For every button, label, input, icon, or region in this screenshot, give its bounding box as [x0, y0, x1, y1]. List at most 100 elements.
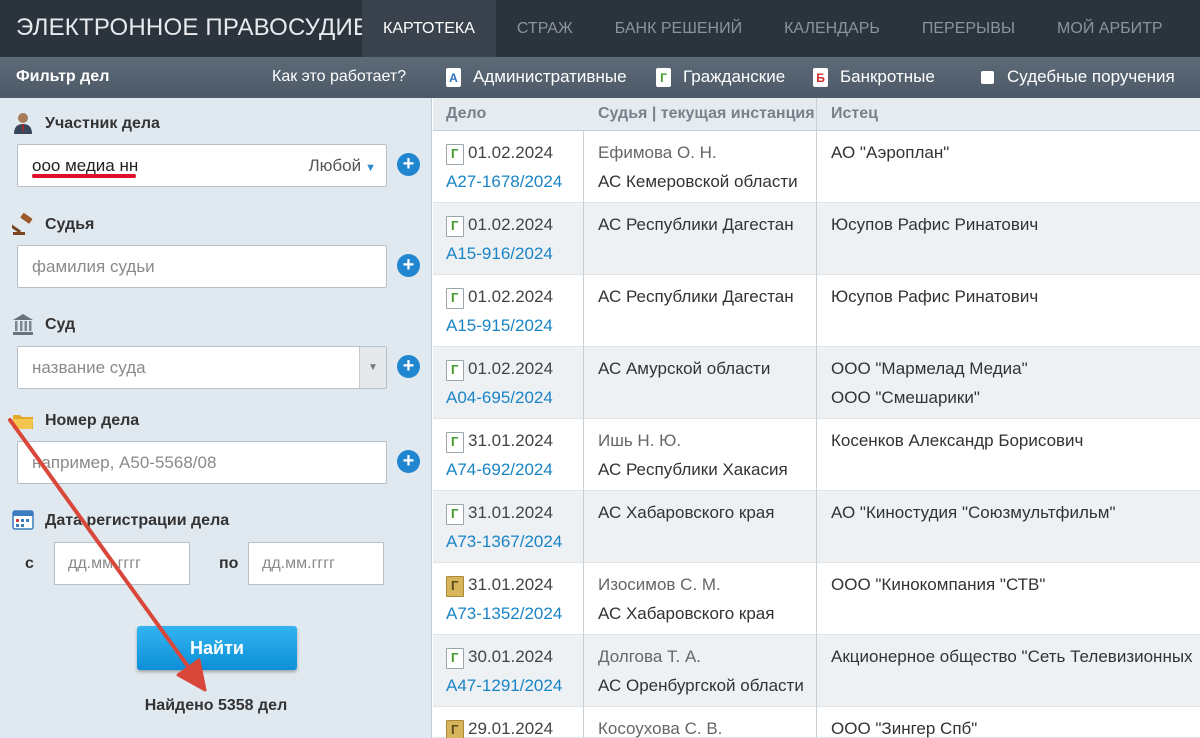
case-number-link[interactable]: А15-915/2024	[446, 316, 553, 336]
found-count: Найдено 5358 дел	[144, 697, 288, 714]
category-bankruptcy-label: Банкротные	[840, 67, 935, 86]
plaintiff-name: ООО "Смешарики"	[831, 388, 980, 407]
nav-kartoteka[interactable]: КАРТОТЕКА	[362, 0, 496, 57]
case-date: 30.01.2024	[468, 647, 554, 666]
top-navigation: ЭЛЕКТРОННОЕ ПРАВОСУДИЕ КАРТОТЕКА СТРАЖ Б…	[0, 0, 1200, 57]
category-administrative[interactable]: А Административные	[446, 67, 627, 87]
chevron-down-icon: ▼	[365, 162, 376, 174]
civil-case-icon	[446, 216, 464, 237]
participant-input[interactable]: ооо медиа нн Любой ▼	[17, 144, 387, 187]
plaintiff-name: Косенков Александр Борисович	[831, 431, 1084, 450]
category-civil[interactable]: Г Гражданские	[656, 67, 785, 87]
plaintiff-name: Юсупов Рафис Ринатович	[831, 215, 1039, 234]
nav-pereryvy[interactable]: ПЕРЕРЫВЫ	[901, 0, 1036, 57]
plaintiff-name: Юсупов Рафис Ринатович	[831, 287, 1039, 306]
reg-date-label: Дата регистрации дела	[45, 512, 230, 529]
calendar-icon	[12, 510, 34, 530]
judge-name: Косоухова С. В.	[598, 719, 723, 738]
date-to-input[interactable]: дд.мм.гггг	[248, 542, 384, 585]
plaintiff-name: АО "Аэроплан"	[831, 143, 950, 162]
court-label: Суд	[45, 316, 76, 333]
folder-icon	[13, 415, 33, 429]
judge-name: Долгова Т. А.	[598, 647, 702, 666]
civil-case-icon	[446, 144, 464, 165]
administrative-case-icon: А	[446, 67, 461, 87]
case-number-input[interactable]: например, А50-5568/08	[17, 441, 387, 484]
case-date: 29.01.2024	[468, 719, 554, 738]
case-number-link[interactable]: А27-1678/2024	[446, 172, 562, 192]
plaintiff-name: ООО "Зингер Спб"	[831, 719, 978, 738]
plaintiff-name: Акционерное общество "Сеть Телевизионных	[831, 647, 1193, 666]
date-from-input[interactable]: дд.мм.гггг	[54, 542, 190, 585]
court-orders-checkbox[interactable]	[981, 70, 994, 84]
gavel-icon	[12, 213, 33, 235]
case-date: 31.01.2024	[468, 431, 554, 450]
column-divider	[816, 98, 817, 738]
case-number-link[interactable]: А47-1291/2024	[446, 676, 562, 696]
case-number-label: Номер дела	[45, 412, 140, 429]
person-icon	[14, 113, 32, 134]
case-date: 31.01.2024	[468, 503, 554, 522]
case-number-link[interactable]: А73-1352/2024	[446, 604, 562, 624]
category-bankruptcy[interactable]: Б Банкротные	[813, 67, 935, 87]
dropdown-arrow-icon[interactable]: ▼	[359, 347, 386, 388]
site-logo[interactable]: ЭЛЕКТРОННОЕ ПРАВОСУДИЕ	[16, 14, 369, 42]
nav-kalendar[interactable]: КАЛЕНДАРЬ	[763, 0, 901, 57]
plaintiff-name: ООО "Мармелад Медиа"	[831, 359, 1028, 378]
case-date: 01.02.2024	[468, 359, 554, 378]
case-number-link[interactable]: А15-916/2024	[446, 244, 553, 264]
nav-bank-resheniy[interactable]: БАНК РЕШЕНИЙ	[594, 0, 763, 57]
civil-case-archived-icon	[446, 720, 464, 738]
court-name: АС Республики Дагестан	[598, 215, 794, 234]
court-select[interactable]: название суда ▼	[17, 346, 387, 389]
court-name: АС Хабаровского края	[598, 604, 775, 623]
court-placeholder: название суда	[32, 358, 146, 377]
how-it-works-link[interactable]: Как это работает?	[272, 68, 406, 86]
date-from-label: с	[25, 555, 34, 572]
header-judge[interactable]: Судья | текущая инстанция	[598, 105, 818, 123]
add-participant-button[interactable]: +	[397, 153, 420, 176]
nav-strazh[interactable]: СТРАЖ	[496, 0, 594, 57]
case-number-link[interactable]: А74-692/2024	[446, 460, 553, 480]
participant-role-value: Любой	[308, 156, 362, 175]
filter-header-bar: Фильтр дел Как это работает? А Администр…	[0, 57, 1200, 98]
category-court-orders[interactable]: Судебные поручения	[981, 67, 1175, 87]
case-number-link[interactable]: А73-1367/2024	[446, 532, 562, 552]
date-to-label: по	[219, 555, 239, 572]
judge-input[interactable]: фамилия судьи	[17, 245, 387, 288]
header-plaintiff[interactable]: Истец	[831, 105, 878, 123]
civil-case-icon	[446, 432, 464, 453]
add-judge-button[interactable]: +	[397, 254, 420, 277]
court-name: АС Республики Хакасия	[598, 460, 788, 479]
participant-role-dropdown[interactable]: Любой ▼	[309, 145, 376, 189]
civil-case-icon	[446, 504, 464, 525]
case-date: 01.02.2024	[468, 215, 554, 234]
plaintiff-name: ООО "Кинокомпания "СТВ"	[831, 575, 1046, 594]
nav-moy-arbitr[interactable]: МОЙ АРБИТР	[1036, 0, 1184, 57]
judge-name: Ефимова О. Н.	[598, 143, 717, 162]
bankruptcy-case-icon: Б	[813, 67, 828, 87]
judge-name: Изосимов С. М.	[598, 575, 721, 594]
case-date: 31.01.2024	[468, 575, 554, 594]
civil-case-icon: Г	[656, 67, 671, 87]
court-name: АС Кемеровской области	[598, 172, 798, 191]
column-divider	[583, 131, 584, 738]
participant-label: Участник дела	[45, 115, 160, 132]
header-case[interactable]: Дело	[446, 105, 486, 123]
find-button[interactable]: Найти	[137, 626, 297, 670]
judge-name: Ишь Н. Ю.	[598, 431, 682, 450]
category-civil-label: Гражданские	[683, 67, 786, 86]
civil-case-icon	[446, 648, 464, 669]
add-case-number-button[interactable]: +	[397, 450, 420, 473]
court-name: АС Оренбургской области	[598, 676, 803, 695]
case-number-link[interactable]: А04-695/2024	[446, 388, 553, 408]
court-name: АС Амурской области	[598, 359, 771, 378]
add-court-button[interactable]: +	[397, 355, 420, 378]
red-underline-annotation	[32, 174, 136, 178]
civil-case-archived-icon	[446, 576, 464, 597]
civil-case-icon	[446, 288, 464, 309]
civil-case-icon	[446, 360, 464, 381]
category-administrative-label: Административные	[473, 67, 627, 86]
plaintiff-name: АО "Киностудия "Союзмультфильм"	[831, 503, 1116, 522]
main-nav: КАРТОТЕКА СТРАЖ БАНК РЕШЕНИЙ КАЛЕНДАРЬ П…	[362, 0, 1184, 57]
